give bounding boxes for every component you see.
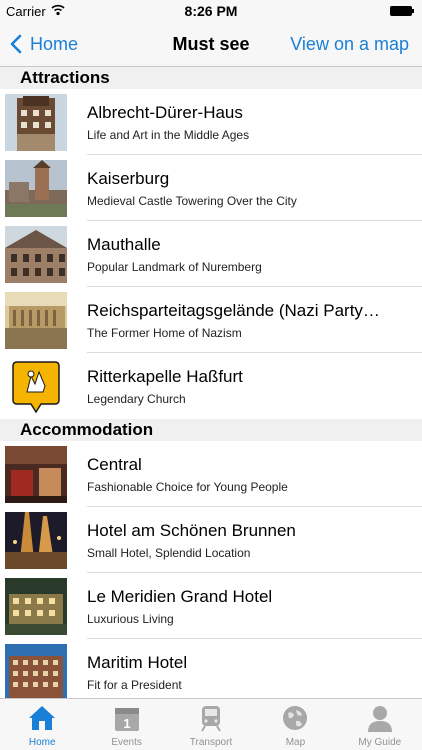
le-meridien-grand-hotel-thumbnail xyxy=(5,578,67,635)
tab-label: Events xyxy=(111,737,142,748)
list-item-title: Le Meridien Grand Hotel xyxy=(87,587,273,606)
list-item[interactable]: Mauthalle Popular Landmark of Nuremberg xyxy=(0,221,422,287)
tab-events[interactable]: 1 Events xyxy=(84,699,168,750)
must-see-list[interactable]: Attractions Albrecht-Dürer-Haus Life and… xyxy=(0,67,422,699)
central-thumbnail xyxy=(5,446,67,503)
chevron-left-icon xyxy=(10,34,22,54)
svg-text:1: 1 xyxy=(123,716,130,731)
list-item-subtitle: Life and Art in the Middle Ages xyxy=(87,128,250,142)
albrecht-durer-haus-thumbnail xyxy=(5,94,67,151)
list-item-title: Kaiserburg xyxy=(87,169,170,188)
navigation-bar: Home Must see View on a map xyxy=(0,22,422,67)
list-item[interactable]: Kaiserburg Medieval Castle Towering Over… xyxy=(0,155,422,221)
reichsparteitagsgelande-thumbnail xyxy=(5,292,67,349)
list-item-subtitle: Fit for a President xyxy=(87,678,182,692)
section-header-accommodation: Accommodation xyxy=(0,419,422,441)
tab-label: Map xyxy=(285,737,306,748)
list-item-subtitle: Luxurious Living xyxy=(87,612,174,626)
list-item-title: Hotel am Schönen Brunnen xyxy=(87,521,296,540)
house-icon xyxy=(29,706,56,730)
tab-label: My Guide xyxy=(358,737,402,748)
list-item-subtitle: Fashionable Choice for Young People xyxy=(87,480,288,494)
list-item[interactable]: Maritim Hotel Fit for a President xyxy=(0,639,422,699)
list-item[interactable]: Reichsparteitagsgelände (Nazi Party… The… xyxy=(0,287,422,353)
section-header-attractions: Attractions xyxy=(0,67,422,89)
train-icon xyxy=(201,706,221,732)
mauthalle-thumbnail xyxy=(5,226,67,283)
list-item[interactable]: Hotel am Schönen Brunnen Small Hotel, Sp… xyxy=(0,507,422,573)
church-placeholder-icon xyxy=(5,358,67,415)
clock: 8:26 PM xyxy=(184,3,238,19)
list-item-title: Maritim Hotel xyxy=(87,653,188,672)
list-item-title: Albrecht-Dürer-Haus xyxy=(87,103,243,122)
tab-label: Transport xyxy=(189,737,233,748)
person-icon xyxy=(367,706,392,732)
list-item-title: Central xyxy=(87,455,142,474)
list-item[interactable]: Le Meridien Grand Hotel Luxurious Living xyxy=(0,573,422,639)
tab-map[interactable]: Map xyxy=(253,699,337,750)
tab-home[interactable]: Home xyxy=(0,699,84,750)
list-item-title: Mauthalle xyxy=(87,235,161,254)
hotel-am-schonen-brunnen-thumbnail xyxy=(5,512,67,569)
kaiserburg-thumbnail xyxy=(5,160,67,217)
battery-icon xyxy=(390,6,414,16)
tab-label: Home xyxy=(28,737,56,748)
list-item-subtitle: Small Hotel, Splendid Location xyxy=(87,546,251,560)
tab-bar: Home 1 Events Transport Map My Guide xyxy=(0,698,422,750)
list-item-title: Reichsparteitagsgelände (Nazi Party… xyxy=(87,301,380,320)
tab-transport[interactable]: Transport xyxy=(169,699,253,750)
list-item-subtitle: Medieval Castle Towering Over the City xyxy=(87,194,297,208)
globe-icon xyxy=(283,706,308,730)
maritim-hotel-thumbnail xyxy=(5,644,67,699)
list-item[interactable]: Central Fashionable Choice for Young Peo… xyxy=(0,441,422,507)
calendar-icon: 1 xyxy=(114,708,139,731)
list-item[interactable]: Ritterkapelle Haßfurt Legendary Church xyxy=(0,353,422,419)
list-item-title: Ritterkapelle Haßfurt xyxy=(87,367,243,386)
status-bar: Carrier 8:26 PM xyxy=(0,0,422,22)
list-item-subtitle: The Former Home of Nazism xyxy=(87,326,242,340)
list-item-subtitle: Popular Landmark of Nuremberg xyxy=(87,260,262,274)
back-button-label: Home xyxy=(30,33,79,54)
view-on-map-button[interactable]: View on a map xyxy=(290,22,409,66)
list-item-subtitle: Legendary Church xyxy=(87,392,186,406)
tab-my-guide[interactable]: My Guide xyxy=(338,699,422,750)
back-button[interactable]: Home xyxy=(10,22,78,66)
list-item[interactable]: Albrecht-Dürer-Haus Life and Art in the … xyxy=(0,89,422,155)
